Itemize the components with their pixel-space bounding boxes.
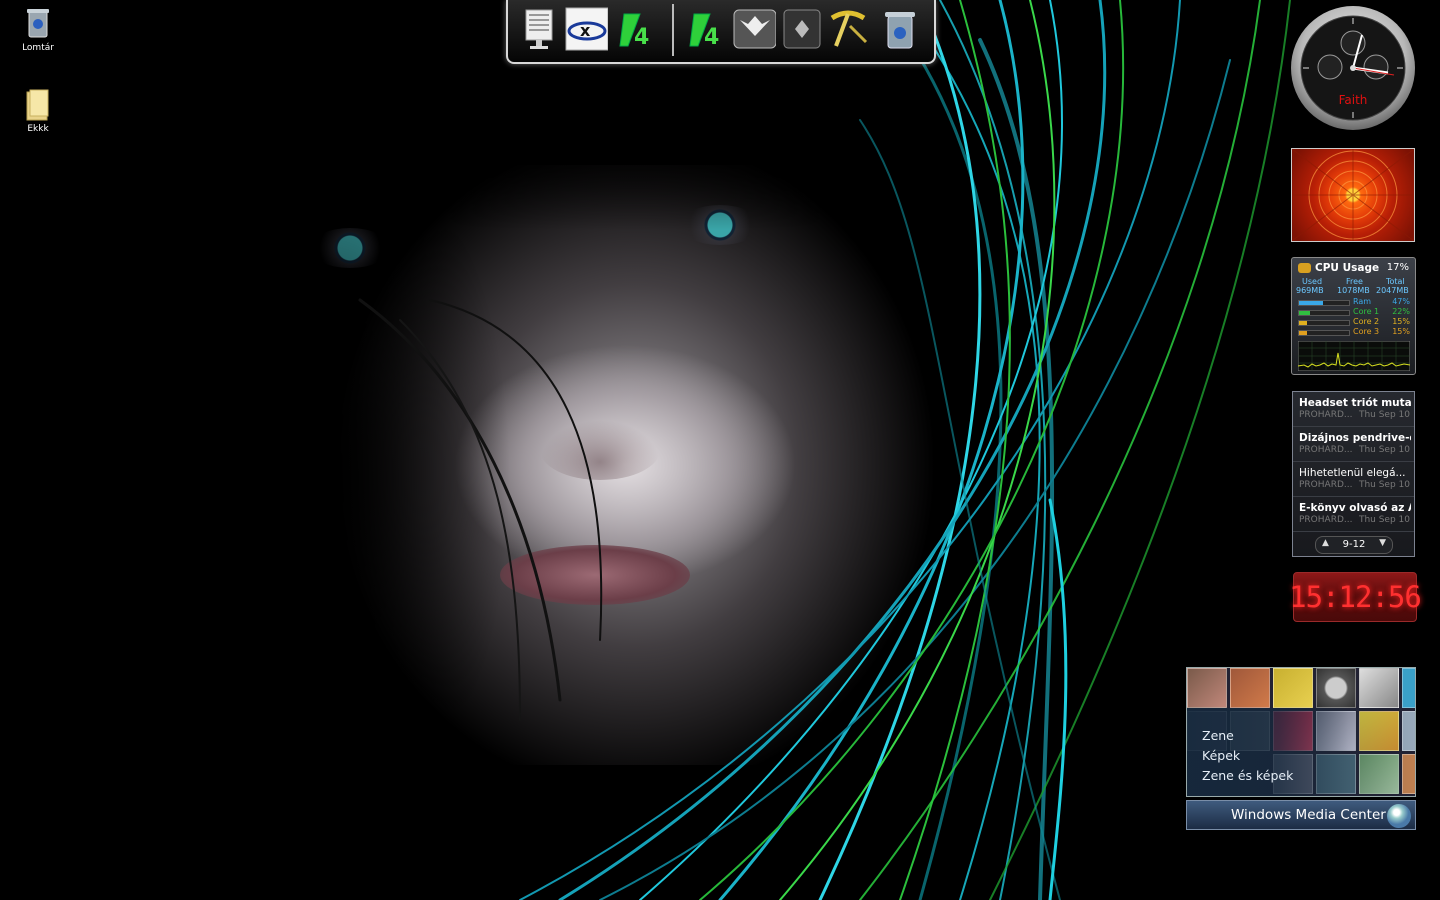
news-source: PROHARD... <box>1299 410 1353 420</box>
cpu-chip-icon <box>1298 263 1311 273</box>
news-next-button[interactable]: ▼ <box>1379 538 1386 548</box>
meter-fill <box>1299 301 1323 305</box>
news-title: Dizájnos pendrive-ok <box>1299 432 1411 444</box>
svg-text:4: 4 <box>704 25 719 50</box>
analog-clock-gadget[interactable]: Faith <box>1290 5 1416 131</box>
news-item[interactable]: Hihetetlenül elegá... PROHARD... Thu Sep… <box>1293 462 1414 497</box>
meter-percent: 15% <box>1392 317 1410 326</box>
windows-logo-icon <box>1387 804 1411 828</box>
pickaxe-icon <box>830 10 868 47</box>
dock-separator <box>672 4 674 56</box>
media-tile <box>1230 668 1270 708</box>
recycle-bin-icon <box>885 12 915 49</box>
xion-icon: x <box>565 7 608 51</box>
flower-photo <box>1292 149 1414 241</box>
meter-label: Core 3 <box>1353 327 1380 336</box>
cpu-meter-gadget[interactable]: CPU Usage 17% Used Free Total 969MB 1078… <box>1291 257 1416 375</box>
dock-item-diamond[interactable] <box>780 6 824 52</box>
cpu-history-graph <box>1298 341 1410 371</box>
clock-name-label: Faith <box>1338 93 1368 107</box>
dock-item-winamp-2[interactable]: 4 <box>684 6 728 52</box>
media-tile <box>1402 668 1415 708</box>
media-center-title: Windows Media Center <box>1231 807 1386 823</box>
meter-fill <box>1299 311 1310 315</box>
mem-used-header: Used <box>1302 277 1323 286</box>
mem-total-header: Total <box>1386 277 1405 286</box>
media-menu-music[interactable]: Zene <box>1202 728 1234 743</box>
cpu-title: CPU Usage <box>1315 262 1380 274</box>
meter-label: Core 1 <box>1353 307 1380 316</box>
dock-item-xion[interactable]: x <box>564 6 608 52</box>
cpu-percent: 17% <box>1386 262 1409 273</box>
news-source: PROHARD... <box>1299 445 1353 455</box>
mem-free-header: Free <box>1346 277 1363 286</box>
meter-fill <box>1299 321 1307 325</box>
meter-row-core1: Core 1 22% <box>1298 307 1410 317</box>
dragon-emblem-icon <box>733 9 776 49</box>
media-tile <box>1187 668 1227 708</box>
media-tile <box>1273 668 1313 708</box>
meter-percent: 15% <box>1392 327 1410 336</box>
news-title: E-könyv olvasó az As... <box>1299 502 1411 514</box>
media-center-launch-bar[interactable]: Windows Media Center <box>1186 800 1416 830</box>
meter-bar <box>1298 310 1350 316</box>
slideshow-gadget[interactable] <box>1291 148 1415 242</box>
meter-percent: 22% <box>1392 307 1410 316</box>
svg-text:x: x <box>580 21 591 40</box>
meter-bar <box>1298 330 1350 336</box>
news-source: PROHARD... <box>1299 515 1353 525</box>
meter-row-core3: Core 3 15% <box>1298 327 1410 337</box>
news-title: Hihetetlenül elegá... <box>1299 467 1406 479</box>
media-tile <box>1359 668 1399 708</box>
dock-item-pickaxe[interactable] <box>826 6 870 52</box>
meter-label: Core 2 <box>1353 317 1380 326</box>
news-title: Headset triót mutato... <box>1299 397 1411 409</box>
mem-free-value: 1078MB <box>1337 286 1370 295</box>
news-item[interactable]: Dizájnos pendrive-ok PROHARD... Thu Sep … <box>1293 427 1414 462</box>
dock-item-dragon[interactable] <box>732 6 776 52</box>
meter-bar <box>1298 300 1350 306</box>
meter-row-ram: Ram 47% <box>1298 297 1410 307</box>
meter-row-core2: Core 2 15% <box>1298 317 1410 327</box>
dock-item-computer[interactable] <box>518 6 562 52</box>
diamond-icon <box>783 9 821 49</box>
media-center-gadget[interactable]: Zene Képek Zene és képek <box>1186 667 1416 797</box>
clock-face <box>1291 6 1415 130</box>
desktop-icon-label: Lomtár <box>22 43 54 53</box>
news-feed-gadget: Headset triót mutato... PROHARD... Thu S… <box>1292 391 1415 557</box>
news-item[interactable]: Headset triót mutato... PROHARD... Thu S… <box>1293 392 1414 427</box>
meter-fill <box>1299 331 1307 335</box>
dock-item-winamp-1[interactable]: 4 <box>614 6 658 52</box>
desktop-icon-recycle-bin[interactable]: Lomtár <box>8 5 68 53</box>
winamp-green-icon: 4 <box>619 13 649 50</box>
media-tile <box>1316 668 1356 708</box>
folder-icon <box>26 89 49 121</box>
news-pager: ▲ 9-12 ▼ <box>1315 536 1393 554</box>
news-date: Thu Sep 10 <box>1358 480 1410 490</box>
meter-bar <box>1298 320 1350 326</box>
media-menu-pictures[interactable]: Képek <box>1202 748 1240 763</box>
mem-used-value: 969MB <box>1296 286 1324 295</box>
winamp-green-icon: 4 <box>689 13 719 50</box>
computer-icon <box>525 9 553 49</box>
news-source: PROHARD... <box>1299 480 1353 490</box>
news-date: Thu Sep 10 <box>1358 445 1410 455</box>
digital-clock-time: 15:12:56 <box>1289 580 1422 614</box>
svg-text:4: 4 <box>634 25 649 50</box>
news-date: Thu Sep 10 <box>1358 515 1410 525</box>
recycle-bin-icon <box>27 9 49 38</box>
desktop-icon-label: Ekkk <box>27 124 49 134</box>
digital-clock-gadget[interactable]: 15:12:56 <box>1289 572 1422 622</box>
meter-percent: 47% <box>1392 297 1410 306</box>
media-menu-music-and-pictures[interactable]: Zene és képek <box>1202 768 1293 783</box>
mem-total-value: 2047MB <box>1376 286 1409 295</box>
dock-item-recycle-bin[interactable] <box>878 6 922 52</box>
news-date: Thu Sep 10 <box>1358 410 1410 420</box>
desktop-icon-folder[interactable]: Ekkk <box>8 88 68 134</box>
meter-label: Ram <box>1353 297 1372 306</box>
news-item[interactable]: E-könyv olvasó az As... PROHARD... Thu S… <box>1293 497 1414 532</box>
rocket-dock: x 4 4 <box>506 0 936 64</box>
